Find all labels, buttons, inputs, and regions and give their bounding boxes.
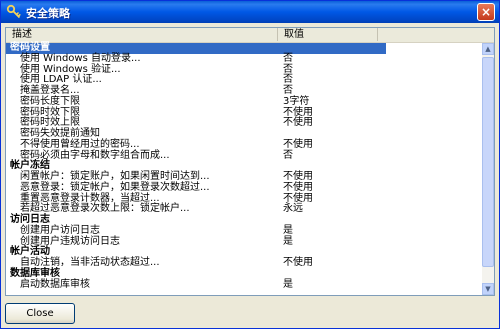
- item-description: 启动数据库审核: [20, 278, 90, 290]
- scroll-up-button[interactable]: ▲: [482, 43, 494, 55]
- key-icon: [6, 4, 22, 20]
- list-item[interactable]: 使用 Windows 自动登录... 否: [6, 52, 482, 65]
- item-value: 不使用: [283, 181, 313, 193]
- list-item[interactable]: 自动注销，当非活动状态超过... 不使用: [6, 257, 482, 269]
- item-value: 是: [283, 278, 293, 290]
- list-item[interactable]: 密码长度下限 3字符: [6, 95, 482, 108]
- security-policy-window: 安全策略 × 描述 取值 密码设置 使用 Windows 自动登录... 否使用 W…: [0, 0, 500, 329]
- item-value: 3字符: [283, 95, 310, 107]
- list-rows: 密码设置 使用 Windows 自动登录... 否使用 Windows 验证... 否…: [6, 42, 482, 291]
- policy-list[interactable]: 描述 取值 密码设置 使用 Windows 自动登录... 否使用 Windows …: [5, 27, 495, 296]
- item-description: 密码长度下限: [20, 95, 80, 107]
- category-label: 数据库审核: [10, 267, 60, 279]
- vertical-scrollbar[interactable]: ▲ ▼: [482, 43, 494, 295]
- scroll-down-button[interactable]: ▼: [482, 283, 494, 295]
- item-description: 恶意登录：锁定帐户，如果登录次数超过...: [20, 181, 210, 193]
- item-value: 不使用: [283, 138, 313, 150]
- item-value: 是: [283, 224, 293, 236]
- category-row[interactable]: 数据库审核: [6, 267, 482, 280]
- list-header: 描述 取值: [6, 28, 494, 43]
- column-header-description[interactable]: 描述: [6, 28, 278, 41]
- item-value: 不使用: [283, 117, 313, 129]
- column-header-value[interactable]: 取值: [278, 28, 378, 41]
- list-item[interactable]: 密码必须由字母和数字组合而成... 否: [6, 149, 482, 162]
- close-button[interactable]: Close: [5, 303, 75, 324]
- window-title: 安全策略: [26, 7, 70, 20]
- item-description: 不得使用曾经用过的密码...: [20, 138, 140, 150]
- close-window-button[interactable]: ×: [477, 3, 495, 21]
- list-item[interactable]: 创建用户访问日志 是: [6, 224, 482, 237]
- item-description: 创建用户访问日志: [20, 224, 100, 236]
- list-item[interactable]: 不得使用曾经用过的密码... 不使用: [6, 138, 482, 151]
- item-value: 否: [283, 52, 293, 64]
- list-item[interactable]: 恶意登录：锁定帐户，如果登录次数超过... 不使用: [6, 181, 482, 194]
- list-item[interactable]: 启动数据库审核 是: [6, 278, 482, 291]
- item-value: 否: [283, 149, 293, 161]
- item-value: 不使用: [283, 257, 313, 268]
- list-item[interactable]: 若超过恶意登录次数上限：锁定帐户... 永远: [6, 203, 482, 215]
- scroll-thumb[interactable]: [482, 57, 494, 267]
- list-item[interactable]: 创建用户违规访问日志是: [6, 235, 482, 248]
- item-description: 使用 Windows 自动登录...: [20, 52, 141, 64]
- title-bar[interactable]: 安全策略 ×: [1, 1, 499, 23]
- item-value: 永远: [283, 203, 303, 215]
- item-value: 是: [283, 235, 293, 247]
